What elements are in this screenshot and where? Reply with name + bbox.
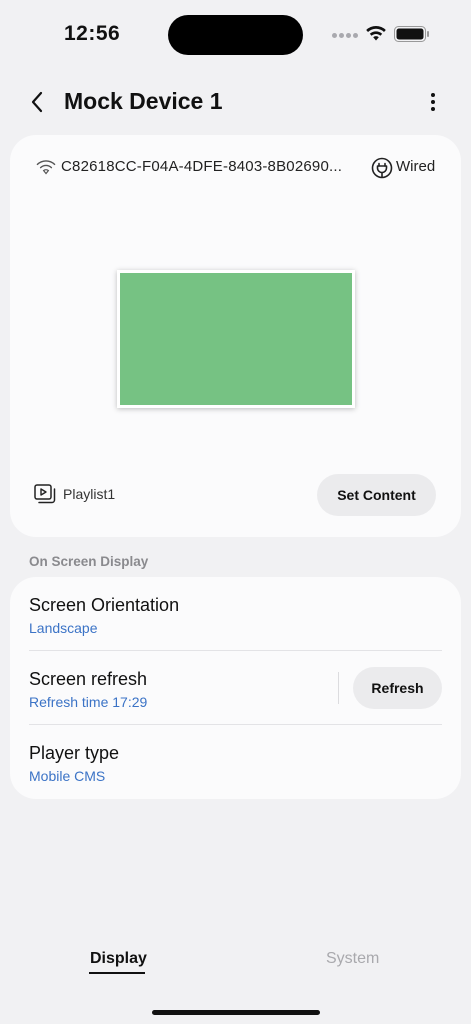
divider <box>29 724 442 725</box>
playlist-name[interactable]: Playlist1 <box>63 486 115 502</box>
row-title: Screen Orientation <box>29 595 180 615</box>
status-time: 12:56 <box>64 22 121 45</box>
screen-preview <box>117 270 355 408</box>
dynamic-island <box>168 15 303 55</box>
status-bar: 12:56 <box>0 0 471 70</box>
battery-icon <box>394 26 429 42</box>
settings-card: Screen Orientation Landscape Screen refr… <box>10 577 461 799</box>
divider <box>29 650 442 651</box>
wifi-icon <box>36 160 56 175</box>
plug-icon <box>371 157 393 179</box>
row-title: Player type <box>29 743 120 763</box>
vertical-divider <box>338 672 339 704</box>
tab-system[interactable]: System <box>326 950 379 968</box>
more-options-button[interactable] <box>420 88 446 116</box>
device-id: C82618CC-F04A-4DFE-8403-8B02690... <box>61 158 343 175</box>
screen-preview-content <box>120 273 352 405</box>
page-title: Mock Device 1 <box>64 88 223 114</box>
tab-display[interactable]: Display <box>90 950 147 968</box>
device-id-row: C82618CC-F04A-4DFE-8403-8B02690... Wired <box>36 157 446 179</box>
set-content-button[interactable]: Set Content <box>317 474 436 516</box>
connection-type: Wired <box>396 158 436 175</box>
more-vertical-icon <box>431 93 435 111</box>
back-button[interactable] <box>22 86 52 118</box>
row-value: Mobile CMS <box>29 768 106 784</box>
chevron-left-icon <box>31 91 43 113</box>
playlist-play-icon <box>34 484 56 504</box>
home-indicator <box>152 1010 320 1015</box>
active-tab-indicator <box>89 972 145 974</box>
row-value: Landscape <box>29 620 98 636</box>
device-preview-card: C82618CC-F04A-4DFE-8403-8B02690... Wired… <box>10 135 461 537</box>
tab-bar: Display System <box>0 940 471 980</box>
cellular-signal-icon <box>332 33 358 39</box>
screen-orientation-row[interactable]: Screen Orientation Landscape <box>29 595 442 636</box>
app-header: Mock Device 1 <box>0 80 471 124</box>
wifi-icon <box>366 25 386 41</box>
player-type-row[interactable]: Player type Mobile CMS <box>29 743 442 784</box>
refresh-button[interactable]: Refresh <box>353 667 442 709</box>
section-header: On Screen Display <box>29 554 149 569</box>
